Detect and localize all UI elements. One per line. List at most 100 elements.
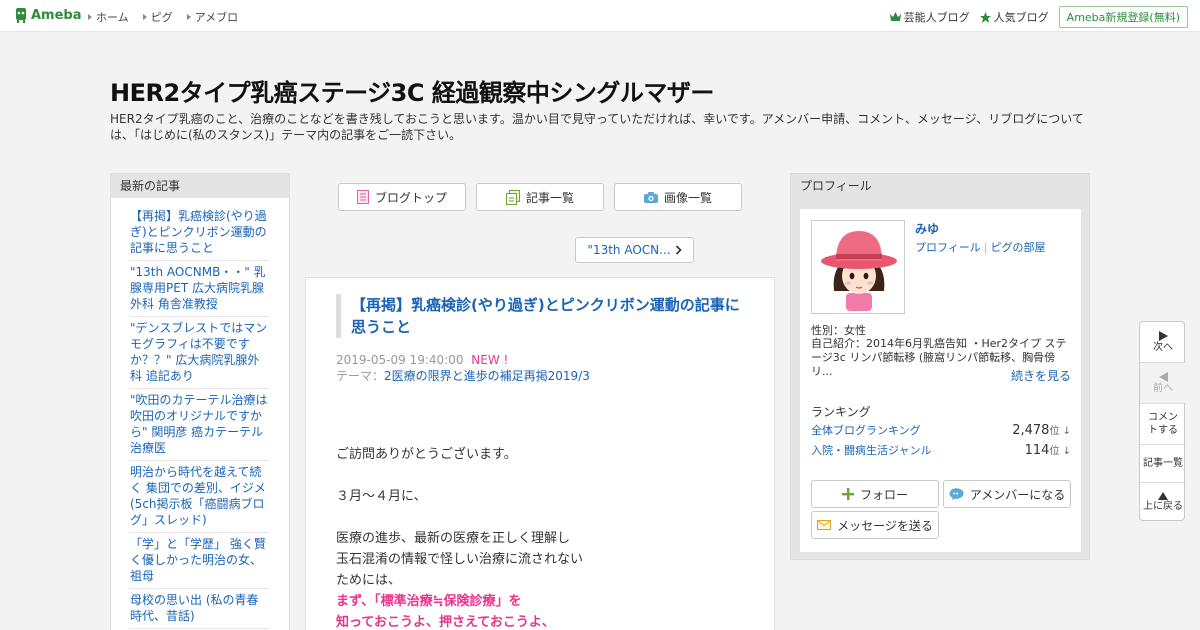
recent-article-item[interactable]: 【再掲】乳癌検診(やり過ぎ)とピンクリボン運動の記事に思うこと [130,206,269,261]
side-comment-button[interactable]: コメントする [1140,404,1186,444]
article-list-label: 記事一覧 [525,190,574,205]
theme-prefix: テーマ： [336,369,385,383]
profile-box: みゆ プロフィール | ピグの部屋 性別：女性 自己紹介：2014年6月乳癌告知 ・… [800,209,1081,552]
ranking-value: 114位 ↓ [1024,443,1071,458]
side-back-to-top-button[interactable]: 上に戻る [1140,483,1186,521]
camera-icon [643,191,658,203]
nav-home[interactable]: ホーム [88,9,129,25]
side-prev-label: 前へ [1153,382,1173,394]
profile-links: プロフィール | ピグの部屋 [915,241,1046,254]
ranking-number: 114 [1024,443,1050,458]
nav-pigg-label: ピグ [150,11,173,24]
recent-articles-heading: 最新の記事 [111,174,289,198]
article-date: 2019-05-09 19:40:00 [336,353,464,367]
recent-articles-list: 【再掲】乳癌検診(やり過ぎ)とピンクリボン運動の記事に思うこと "13th AO… [111,198,289,629]
profile-gender: 性別：女性 [811,324,866,337]
body-line: ３月～４月に、 [336,489,427,504]
blog-nav-buttons: ブログトップ 記事一覧 画像一覧 [338,183,742,211]
avatar[interactable] [811,220,905,314]
nav-ameblo[interactable]: アメブロ [186,9,238,25]
ranking-label[interactable]: 全体ブログランキング [811,422,921,438]
recent-article-item[interactable]: 明治から時代を越えて続く 集団での差別、イジメ (5ch掲示板「癌闘病ブログ」ス… [130,461,269,533]
ameba-logo-icon [16,8,26,23]
chevron-right-icon [675,245,682,255]
new-badge: NEW ! [471,353,509,367]
recent-articles-panel: 最新の記事 【再掲】乳癌検診(やり過ぎ)とピンクリボン運動の記事に思うこと "1… [110,173,290,630]
side-next-label: 次へ [1153,341,1173,353]
ranking-unit: 位 [1049,446,1060,457]
send-message-label: メッセージを送る [837,518,933,533]
logo-text: Ameba [31,7,82,23]
highlight-line: 知っておこうよ、押さえておこうよ、 [336,615,555,630]
read-more-link[interactable]: 続きを見る [1011,367,1071,384]
play-left-icon [1158,371,1168,382]
follow-label: フォロー [859,487,908,502]
profile-name[interactable]: みゆ [915,220,939,237]
global-nav: ホーム ピグ アメブロ [88,9,238,25]
top-right-links: 芸能人ブログ 人気ブログ Ameba新規登録(無料) [889,6,1188,28]
side-back-to-top-label: 上に戻る [1143,500,1183,512]
amember-label: アメンバーになる [969,487,1066,502]
highlight-line: まず、「標準治療≒保険診療」を [336,594,522,609]
ranking-row: 全体ブログランキング 2,478位 ↓ [811,422,1071,438]
body-line: ためには、 [336,573,402,588]
popular-blog-link[interactable]: 人気ブログ [979,9,1049,25]
side-prev-button[interactable]: 前へ [1140,363,1186,403]
image-list-button[interactable]: 画像一覧 [614,183,742,211]
pig-room-link[interactable]: ピグの部屋 [991,241,1046,254]
documents-icon [505,189,520,205]
recent-article-item[interactable]: "13th AOCNMB・・" 乳腺専用PET 広大病院乳腺外科 角舎准教授 [130,261,269,317]
recent-article-item[interactable]: "吹田のカテーテル治療は吹田のオリジナルですから" 関明彦 癌カテーテル治療医 [130,389,269,461]
play-right-icon [1158,330,1168,341]
article-meta: 2019-05-09 19:40:00 NEW ! テーマ：2医療の限界と進歩の… [336,352,590,384]
side-next-button[interactable]: 次へ [1140,322,1186,362]
plus-icon [841,488,854,500]
popular-blog-label: 人気ブログ [993,11,1049,24]
crown-icon [889,12,901,21]
envelope-icon [817,520,832,530]
article: 【再掲】乳癌検診(やり過ぎ)とピンクリボン運動の記事に思うこと 2019-05-… [305,277,775,630]
side-article-list-button[interactable]: 記事一覧 [1140,445,1186,482]
ranking-row: 入院・闘病生活ジャンル 114位 ↓ [811,442,1071,458]
star-icon [979,11,991,23]
ranking-unit: 位 [1049,426,1060,437]
side-comment-label: コメントする [1148,412,1178,436]
recent-article-item[interactable]: "デンスブレストではマンモグラフィは不要ですか？？" 広大病院乳腺外科 追記あり [130,317,269,389]
floating-side-nav: 次へ 前へ コメントする 記事一覧 上に戻る [1139,321,1186,521]
profile-heading: プロフィール [791,174,1089,198]
side-article-list-label: 記事一覧 [1143,458,1183,469]
triangle-right-icon [88,14,92,20]
send-message-button[interactable]: メッセージを送る [811,511,939,539]
profile-panel: プロフィール みゆ プロフィール | ピグの部屋 性別：女性 自己紹介：2014… [790,173,1090,560]
top-bar: Ameba ホーム ピグ アメブロ 芸能人ブログ 人気ブログ Ameba新規登録… [0,0,1200,32]
next-article-label: "13th AOCN... [587,243,671,257]
ranking-label[interactable]: 入院・闘病生活ジャンル [811,442,931,458]
profile-link[interactable]: プロフィール [915,241,981,254]
follow-button[interactable]: フォロー [811,480,939,508]
recent-article-item[interactable]: 「学」と「学歴」 強く賢く優しかった明治の女、祖母 [130,533,269,589]
avatar-image [812,221,904,313]
body-line: 医療の進歩、最新の医療を正しく理解し [336,531,571,546]
article-body: ご訪問ありがとうございます。 ３月～４月に、 医療の進歩、最新の医療を正しく理解… [336,444,756,630]
ameba-logo[interactable]: Ameba [14,6,82,24]
article-title[interactable]: 【再掲】乳癌検診(やり過ぎ)とピンクリボン運動の記事に思うこと [336,294,746,338]
image-list-label: 画像一覧 [663,190,712,205]
celebrity-blog-link[interactable]: 芸能人ブログ [889,9,970,25]
nav-home-label: ホーム [96,11,129,24]
article-list-button[interactable]: 記事一覧 [476,183,604,211]
blog-title[interactable]: HER2タイプ乳癌ステージ3C 経過観察中シングルマザー [110,73,714,108]
article-theme-link[interactable]: 2医療の限界と進歩の補足再掲2019/3 [384,369,590,383]
ranking-number: 2,478 [1012,423,1050,438]
blog-top-button[interactable]: ブログトップ [338,183,466,211]
celebrity-blog-label: 芸能人ブログ [903,11,970,24]
register-button[interactable]: Ameba新規登録(無料) [1058,6,1188,28]
chat-bubble-icon [949,488,964,500]
triangle-right-icon [142,14,147,20]
recent-article-item[interactable]: 母校の思い出 (私の青春時代、昔話) [130,589,269,629]
triangle-right-icon [186,14,191,20]
triangle-up-icon [1158,491,1168,500]
amember-button[interactable]: アメンバーになる [943,480,1071,508]
blog-top-label: ブログトップ [374,190,447,205]
next-article-button[interactable]: "13th AOCN... [575,237,694,263]
nav-pigg[interactable]: ピグ [142,9,173,25]
